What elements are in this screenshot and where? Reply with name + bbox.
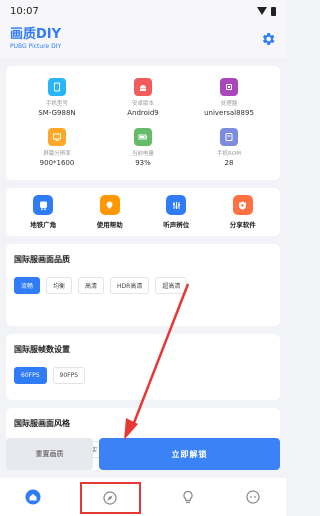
fps-option[interactable]: 90FPS [52,367,86,384]
device-info-card: 手机型号 SM-G988N 安卓版本 Android9 处理器 universa… [6,66,280,180]
cpu-icon [220,78,238,96]
bottom-nav [0,478,286,516]
device-resolution: 屏幕分辨率 900*1600 [12,128,102,167]
quality-option[interactable]: HDR高清 [110,277,150,294]
section-title: 国际服画面风格 [14,419,70,428]
quality-section: 国际服画面品质 流畅 均衡 高清 HDR高清 超高清 [6,244,280,326]
nav-more[interactable] [221,478,287,516]
quality-options: 流畅 均衡 高清 HDR高清 超高清 [14,277,272,294]
device-battery: 当前电量 93% [98,128,188,167]
battery-status-icon [271,6,276,16]
status-time: 10:07 [10,5,39,17]
more-icon [246,490,260,504]
rom-icon [220,128,238,146]
quality-option[interactable]: 超高清 [155,277,188,294]
phone-icon [48,78,66,96]
unlock-button[interactable]: 立即解锁 [99,438,280,470]
share-icon [232,195,253,215]
func-help[interactable]: 使用帮助 [97,195,123,229]
wifi-icon [257,7,267,15]
function-card: 地铁广角 使用帮助 听声辨位 分享软件 [6,188,280,236]
fps-section: 国际服帧数设置 60FPS 90FPS [6,334,280,400]
func-sound-locate[interactable]: 听声辨位 [163,195,189,229]
sound-icon [166,195,187,215]
subway-icon [33,195,54,215]
section-title: 国际服帧数设置 [14,345,70,354]
quality-option[interactable]: 均衡 [46,277,73,294]
home-icon [25,489,41,505]
section-title: 国际服画面品质 [14,255,70,264]
compass-icon [103,491,117,505]
func-share[interactable]: 分享软件 [230,195,256,229]
device-rom: 手机ROM 28 [184,128,274,167]
bulb-icon [183,490,193,504]
quality-option[interactable]: 高清 [78,277,105,294]
gear-icon[interactable] [260,31,276,47]
screen-icon [48,128,66,146]
reset-quality-button[interactable]: 重置画质 [6,438,93,470]
func-subway-wide[interactable]: 地铁广角 [30,195,56,229]
quality-option[interactable]: 流畅 [14,277,41,294]
fps-options: 60FPS 90FPS [14,367,272,384]
app-subtitle: PUBG Picture DIY [10,43,62,50]
status-bar: 10:07 [0,0,286,22]
nav-discover[interactable] [78,480,144,516]
android-icon [134,78,152,96]
action-bar: 重置画质 立即解锁 [6,438,280,470]
app-title: 画质DIY [10,27,62,42]
app-header: 画质DIY PUBG Picture DIY [0,22,286,58]
nav-tips[interactable] [155,478,221,516]
device-model: 手机型号 SM-G988N [12,78,102,117]
device-cpu: 处理器 universal8895 [184,78,274,117]
nav-home[interactable] [0,478,66,516]
fps-option[interactable]: 60FPS [14,367,47,384]
device-android: 安卓版本 Android9 [98,78,188,117]
status-icons [257,6,276,16]
help-icon [99,195,120,215]
battery-icon [134,128,152,146]
